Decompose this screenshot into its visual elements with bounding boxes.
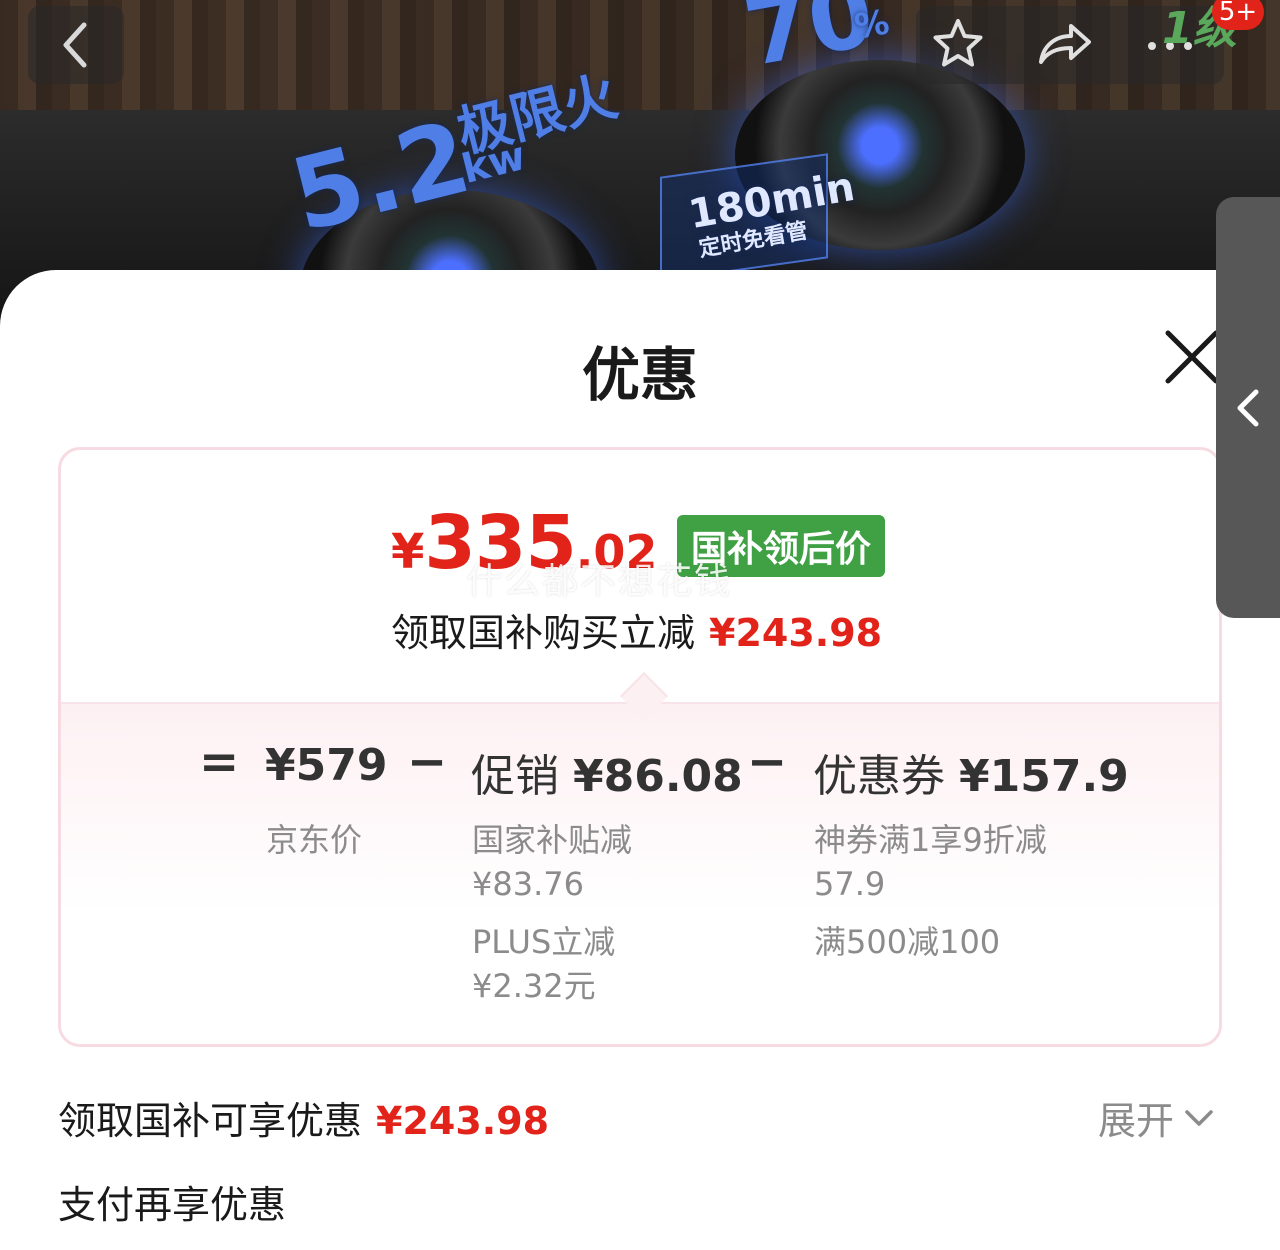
watermark-text: 什么都不想花钱 <box>466 561 733 602</box>
expand-label: 展开 <box>1098 1099 1175 1143</box>
payment-discount-row[interactable]: 支付再享优惠 <box>58 1174 286 1229</box>
subsidy-discount-row[interactable]: 领取国补可享优惠 ¥243.98 <box>58 1090 549 1145</box>
save-label: 领取国补购买立减 <box>391 611 696 655</box>
subsidy-save-line: 领取国补购买立减 ¥243.98 <box>391 602 882 657</box>
close-button[interactable] <box>1160 325 1224 389</box>
minus-sign-1: − <box>407 734 448 790</box>
share-button[interactable] <box>1032 12 1096 76</box>
chevron-left-icon <box>63 22 87 68</box>
subsidy-row-amount: ¥243.98 <box>376 1099 550 1143</box>
currency-symbol: ¥ <box>391 524 425 580</box>
promo-total: 促销 ¥86.08 <box>471 740 743 804</box>
coupon-item-2-line1: 满500减100 <box>814 923 1001 961</box>
favorite-button[interactable] <box>926 12 990 76</box>
promo-item-1-line2: ¥83.76 <box>472 865 584 903</box>
notification-count-badge: 5+ <box>1212 0 1264 30</box>
promo-item-1-line1: 国家补贴减 <box>472 821 633 859</box>
promo-item-2-line1: PLUS立减 <box>472 923 616 961</box>
save-amount: ¥243.98 <box>709 611 883 655</box>
sheet-title: 优惠 <box>581 341 698 409</box>
chevron-left-icon <box>1237 389 1259 426</box>
share-icon <box>1039 24 1091 64</box>
close-icon <box>1165 330 1219 384</box>
promo-title: 促销 <box>471 751 559 802</box>
equals-sign: = <box>199 734 240 790</box>
minus-sign-2: − <box>747 734 788 790</box>
subsidy-row-label: 领取国补可享优惠 <box>58 1099 363 1143</box>
star-icon <box>933 19 983 67</box>
price-summary-card: ¥335.02 国补领后价 什么都不想花钱 领取国补购买立减 ¥243.98 = … <box>58 447 1222 1047</box>
side-drawer-tab[interactable] <box>1216 197 1280 618</box>
back-button[interactable] <box>28 6 124 84</box>
percent-sign: % <box>851 2 893 48</box>
coupon-total: 优惠券 ¥157.9 <box>813 740 1129 804</box>
coupon-value: ¥157.9 <box>959 751 1129 802</box>
promo-item-2-line2: ¥2.32元 <box>472 967 596 1005</box>
expand-button[interactable]: 展开 <box>1098 1090 1216 1145</box>
coupon-title: 优惠券 <box>813 751 945 802</box>
coupon-item-1-line2: 57.9 <box>814 865 886 903</box>
coupon-item-1-line1: 神券满1享9折减 <box>814 821 1047 859</box>
base-price-value: ¥579 <box>265 740 388 791</box>
chevron-down-icon <box>1185 1109 1213 1126</box>
promo-value: ¥86.08 <box>573 751 743 802</box>
base-price-label: 京东价 <box>266 821 363 859</box>
